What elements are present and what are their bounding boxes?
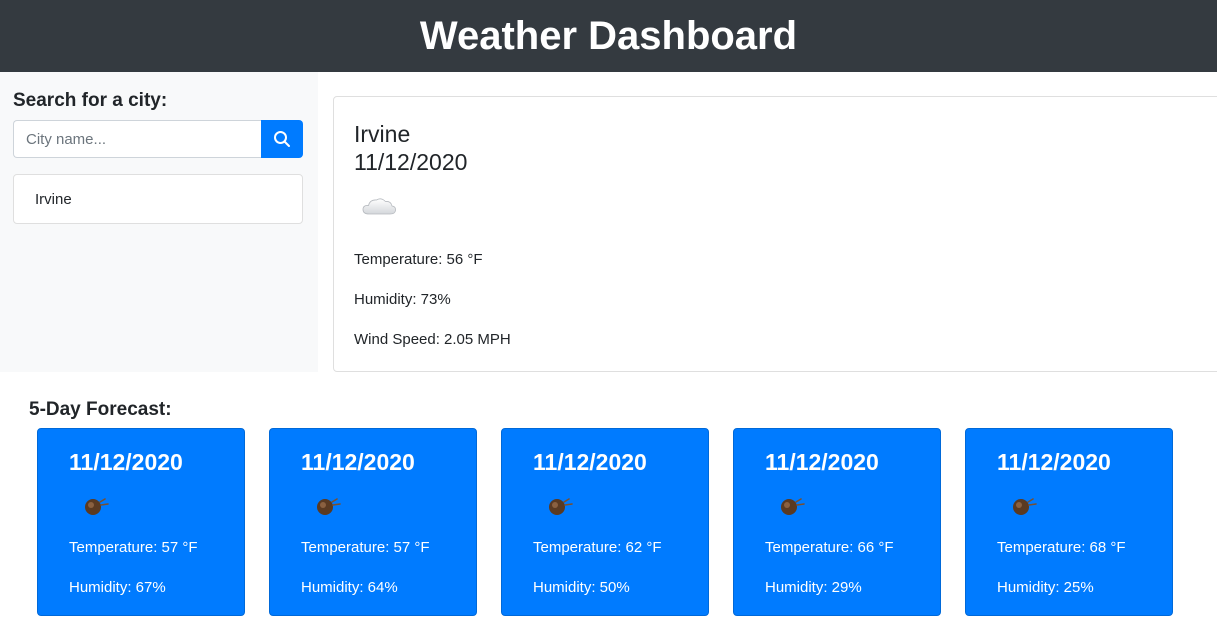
forecast-card: 11/12/2020 Temperature: 57 °F Humidity: … (37, 428, 245, 616)
forecast-temperature: Temperature: 62 °F (533, 539, 662, 556)
forecast-card: 11/12/2020 Temperature: 68 °F Humidity: … (965, 428, 1173, 616)
forecast-card: 11/12/2020 Temperature: 66 °F Humidity: … (733, 428, 941, 616)
page-title: Weather Dashboard (419, 13, 798, 58)
search-icon (274, 131, 290, 147)
forecast-temperature: Temperature: 57 °F (301, 539, 430, 556)
forecast-card: 11/12/2020 Temperature: 62 °F Humidity: … (501, 428, 709, 616)
current-humidity: Humidity: 73% (354, 291, 451, 308)
forecast-date: 11/12/2020 (997, 449, 1111, 475)
forecast-humidity: Humidity: 67% (69, 579, 166, 596)
sidebar: Search for a city: Irvine (0, 72, 318, 372)
forecast-humidity: Humidity: 25% (997, 579, 1094, 596)
page-header: Weather Dashboard (0, 0, 1217, 72)
forecast-humidity: Humidity: 29% (765, 579, 862, 596)
cloud-icon (360, 193, 398, 224)
current-weather-card: Irvine 11/12/2020 Temperature: 56 °F Hum… (333, 96, 1217, 372)
forecast-title: 5-Day Forecast: (29, 399, 172, 420)
forecast-date: 11/12/2020 (301, 449, 415, 475)
search-button[interactable] (261, 120, 303, 158)
forecast-temperature: Temperature: 66 °F (765, 539, 894, 556)
forecast-date: 11/12/2020 (765, 449, 879, 475)
weather-icon (314, 495, 342, 522)
forecast-temperature: Temperature: 57 °F (69, 539, 198, 556)
current-temperature: Temperature: 56 °F (354, 251, 483, 268)
history-item-label: Irvine (35, 190, 72, 208)
city-search-input[interactable] (13, 120, 261, 158)
current-city: Irvine (354, 121, 411, 147)
forecast-date: 11/12/2020 (69, 449, 183, 475)
forecast-humidity: Humidity: 64% (301, 579, 398, 596)
weather-icon (546, 495, 574, 522)
search-history-item[interactable]: Irvine (13, 174, 303, 224)
current-wind-speed: Wind Speed: 2.05 MPH (354, 331, 511, 348)
search-title: Search for a city: (13, 90, 168, 111)
weather-icon (82, 495, 110, 522)
weather-icon (778, 495, 806, 522)
forecast-card: 11/12/2020 Temperature: 57 °F Humidity: … (269, 428, 477, 616)
forecast-temperature: Temperature: 68 °F (997, 539, 1126, 556)
current-date: 11/12/2020 (354, 149, 468, 175)
forecast-humidity: Humidity: 50% (533, 579, 630, 596)
weather-icon (1010, 495, 1038, 522)
forecast-date: 11/12/2020 (533, 449, 647, 475)
